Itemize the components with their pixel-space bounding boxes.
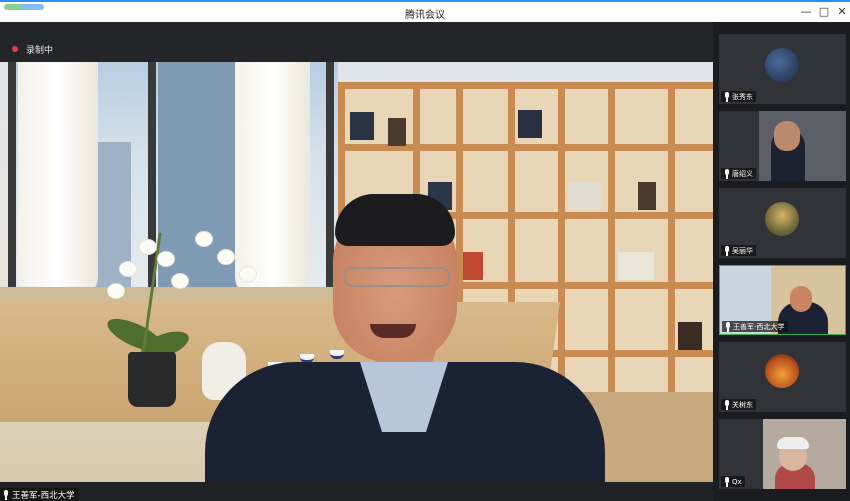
- glasses: [344, 267, 450, 287]
- participant-name: 吴丽华: [732, 246, 753, 255]
- participant-sidebar[interactable]: 张秀东 唐绍义 吴丽华 王善军-西北大学 关树东 Qx: [713, 22, 850, 501]
- participant-name: Qx: [732, 477, 742, 486]
- participant-name: 关树东: [732, 400, 753, 409]
- mic-icon: [724, 322, 731, 332]
- main-speaker-name: 王善军-西北大学: [12, 490, 75, 501]
- mic-icon: [723, 169, 730, 179]
- participant-name: 王善军-西北大学: [733, 322, 785, 331]
- maximize-button[interactable]: □: [815, 4, 833, 20]
- participant-tile[interactable]: 唐绍义: [719, 111, 846, 181]
- curtain-right: [235, 62, 310, 297]
- participant-tile[interactable]: 张秀东: [719, 34, 846, 104]
- window-sill: [0, 287, 345, 302]
- participant-tile[interactable]: 吴丽华: [719, 188, 846, 258]
- recording-bar: 录制中: [0, 22, 713, 62]
- minimize-button[interactable]: —: [797, 4, 815, 20]
- window-title: 腾讯会议: [405, 10, 445, 21]
- mic-icon: [723, 92, 730, 102]
- participant-tile[interactable]: Qx: [719, 419, 846, 489]
- avatar: [790, 286, 812, 312]
- participant-name: 张秀东: [732, 92, 753, 101]
- avatar: [774, 121, 800, 151]
- avatar: [765, 354, 799, 388]
- participant-tile[interactable]: 关树东: [719, 342, 846, 412]
- mic-icon: [2, 489, 10, 500]
- main-video[interactable]: 录制中 王善军-西北大学: [0, 22, 713, 501]
- mic-icon: [723, 400, 730, 410]
- participant-tile-active[interactable]: 王善军-西北大学: [719, 265, 846, 335]
- curtain-left: [18, 62, 98, 297]
- recording-label[interactable]: 录制中: [26, 43, 53, 56]
- close-button[interactable]: ✕: [833, 4, 850, 20]
- title-bar: 腾讯会议 — □ ✕: [0, 0, 850, 22]
- mic-icon: [723, 477, 730, 487]
- orchid-pot: [128, 352, 176, 407]
- main-speaker-label: 王善军-西北大学: [0, 488, 79, 501]
- avatar: [765, 48, 799, 82]
- avatar: [765, 202, 799, 236]
- recording-dot-icon: [12, 46, 18, 52]
- video-scene: [0, 62, 713, 482]
- participant-name: 唐绍义: [732, 169, 753, 178]
- mic-icon: [723, 246, 730, 256]
